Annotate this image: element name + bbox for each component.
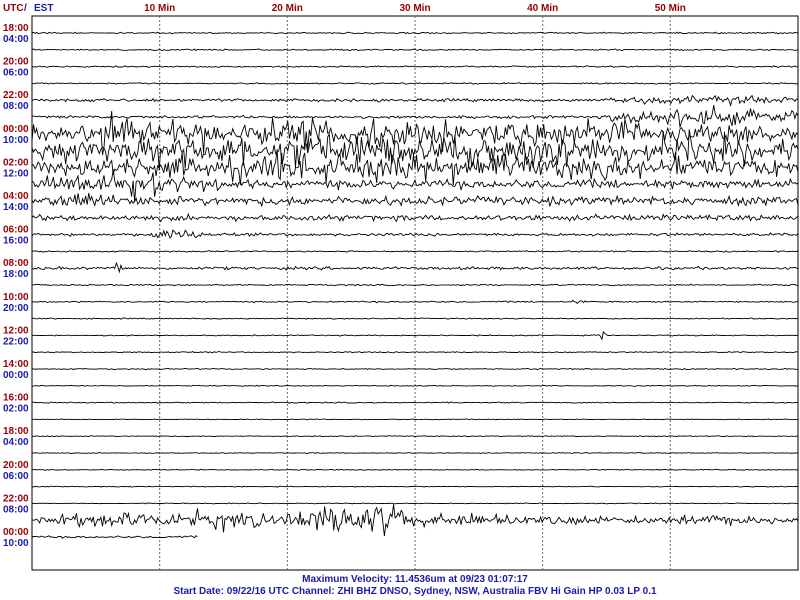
- x-tick-label: 30 Min: [399, 3, 430, 14]
- hour-label-local: 22:00: [3, 336, 29, 347]
- hour-label-local: 04:00: [3, 34, 29, 45]
- hour-label-local: 08:00: [3, 101, 29, 112]
- hour-label-utc: 00:00: [3, 527, 29, 538]
- helicorder-chart: UTC / EST 10 Min 20 Min 30 Min 40 Min 50 Min…: [3, 3, 799, 597]
- footer-max-velocity: Maximum Velocity: 11.4536um at 09/23 01:…: [302, 574, 528, 585]
- hour-label-utc: 14:00: [3, 359, 29, 370]
- hour-label-local: 08:00: [3, 504, 29, 515]
- hour-label-utc: 08:00: [3, 258, 29, 269]
- hour-label-local: 12:00: [3, 168, 29, 179]
- seismic-trace: [31, 485, 799, 488]
- x-tick-label: 40 Min: [527, 3, 558, 14]
- hour-label-utc: 10:00: [3, 292, 29, 303]
- hour-label-local: 10:00: [3, 135, 29, 146]
- hour-label-utc: 04:00: [3, 191, 29, 202]
- header-local-label: EST: [34, 3, 53, 14]
- hour-label-utc: 16:00: [3, 393, 29, 404]
- x-tick-label: 10 Min: [144, 3, 175, 14]
- x-tick-labels: 10 Min 20 Min 30 Min 40 Min 50 Min: [144, 3, 686, 14]
- hour-label-utc: 12:00: [3, 325, 29, 336]
- hour-label-local: 00:00: [3, 370, 29, 381]
- hour-label-utc: 02:00: [3, 157, 29, 168]
- hour-label-local: 06:00: [3, 68, 29, 79]
- hour-label-utc: 18:00: [3, 426, 29, 437]
- hour-label-local: 16:00: [3, 236, 29, 247]
- hour-label-utc: 20:00: [3, 460, 29, 471]
- hour-labels: 18:0004:0020:0006:0022:0008:0000:0010:00…: [3, 23, 29, 549]
- hour-label-utc: 20:00: [3, 57, 29, 68]
- x-tick-label: 20 Min: [272, 3, 303, 14]
- hour-label-local: 10:00: [3, 538, 29, 549]
- hour-label-local: 18:00: [3, 269, 29, 280]
- hour-label-utc: 00:00: [3, 124, 29, 135]
- hour-label-local: 06:00: [3, 471, 29, 482]
- hour-label-utc: 22:00: [3, 493, 29, 504]
- footer-start-date: Start Date: 09/22/16 UTC Channel: ZHI BH…: [173, 586, 657, 597]
- hour-label-utc: 06:00: [3, 225, 29, 236]
- hour-label-local: 04:00: [3, 437, 29, 448]
- header-utc-label: UTC: [3, 3, 24, 14]
- hour-label-utc: 18:00: [3, 23, 29, 34]
- hour-label-local: 02:00: [3, 404, 29, 415]
- x-tick-label: 50 Min: [655, 3, 686, 14]
- hour-label-local: 14:00: [3, 202, 29, 213]
- hour-label-utc: 22:00: [3, 90, 29, 101]
- header-separator: /: [24, 3, 27, 14]
- hour-label-local: 20:00: [3, 303, 29, 314]
